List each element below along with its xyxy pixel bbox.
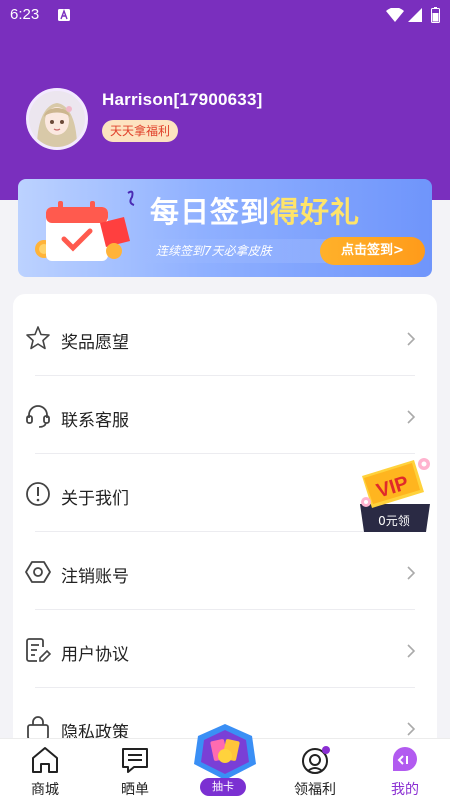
gift-face-icon — [302, 746, 330, 774]
menu-item-label: 关于我们 — [61, 489, 129, 509]
home-icon — [32, 747, 58, 773]
menu-item-user-agreement[interactable]: 用户协议 — [13, 610, 437, 688]
banner-subtitle: 连续签到7天必拿皮肤 — [136, 239, 326, 263]
tab-mall[interactable]: 商城 — [0, 739, 90, 800]
checkin-button[interactable]: 点击签到> — [320, 237, 425, 265]
menu-item-label: 奖品愿望 — [61, 333, 129, 353]
menu-item-wishlist[interactable]: 奖品愿望 — [13, 298, 437, 376]
status-time: 6:23 — [10, 6, 40, 23]
avatar[interactable] — [26, 88, 88, 150]
menu-item-label: 联系客服 — [61, 411, 129, 431]
tab-label: 我的 — [391, 782, 419, 798]
chevron-right-icon — [407, 410, 416, 424]
signal-icon — [408, 8, 422, 22]
calendar-gift-icon — [35, 190, 135, 261]
tab-label: 晒单 — [121, 782, 149, 798]
vip-price[interactable]: 0元领 — [366, 512, 422, 530]
tab-label[interactable]: 抽卡 — [200, 778, 246, 796]
tab-label: 领福利 — [294, 782, 336, 798]
profile-chat-icon — [393, 747, 417, 771]
chevron-right-icon — [407, 644, 416, 658]
info-icon — [26, 482, 50, 506]
avatar-image — [29, 91, 85, 147]
welfare-badge[interactable]: 天天拿福利 — [102, 120, 179, 142]
menu-item-delete-account[interactable]: 注销账号 — [13, 532, 437, 610]
tab-benefits[interactable]: 领福利 — [270, 739, 360, 800]
chevron-right-icon — [407, 566, 416, 580]
chat-list-icon — [122, 748, 148, 773]
username: Harrison[17900633] — [102, 90, 263, 109]
menu-item-label: 注销账号 — [61, 567, 129, 587]
headset-icon — [26, 405, 50, 428]
wifi-icon — [386, 8, 404, 22]
tab-label: 商城 — [31, 782, 59, 798]
status-bar: 6:23 — [0, 0, 450, 30]
menu-item-label: 用户协议 — [61, 645, 129, 665]
battery-icon — [431, 7, 440, 23]
tab-showcase[interactable]: 晒单 — [90, 739, 180, 800]
star-icon — [26, 326, 50, 350]
tab-mine[interactable]: 我的 — [360, 739, 450, 800]
chevron-right-icon — [407, 332, 416, 346]
daily-checkin-banner[interactable]: 每日签到得好礼 连续签到7天必拿皮肤 点击签到> — [18, 179, 432, 277]
chevron-right-icon — [407, 722, 416, 736]
banner-title: 每日签到得好礼 — [150, 195, 361, 229]
hexagon-icon — [25, 561, 51, 583]
document-edit-icon — [26, 638, 51, 662]
notification-app-icon — [58, 9, 70, 21]
menu-item-support[interactable]: 联系客服 — [13, 376, 437, 454]
